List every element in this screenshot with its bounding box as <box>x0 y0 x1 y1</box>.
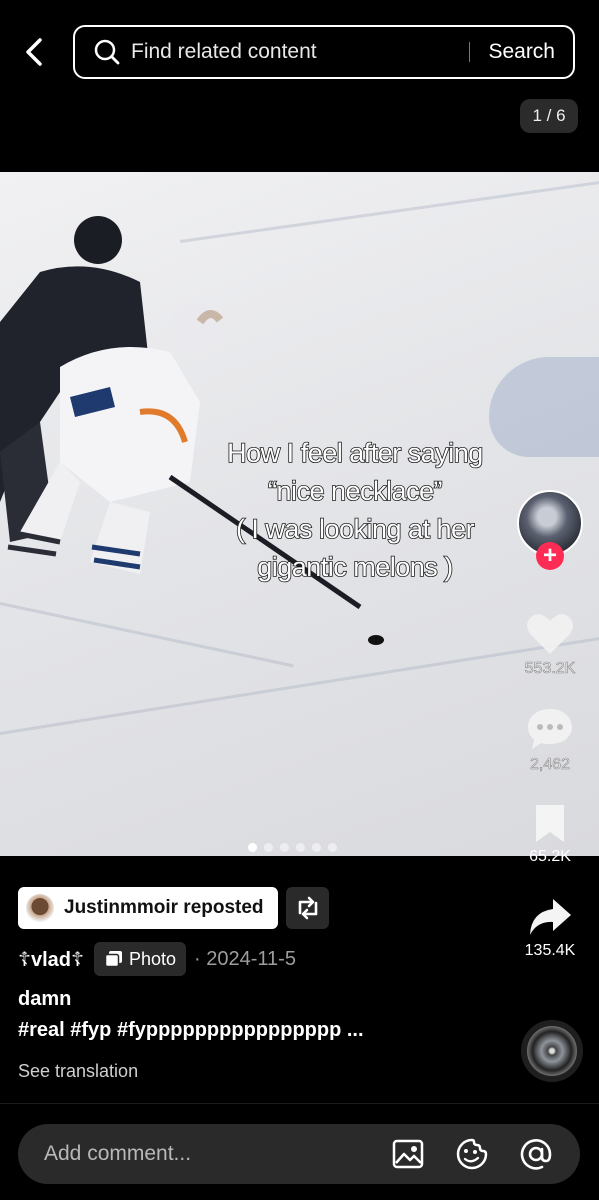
caption-line: gigantic melons ) <box>256 551 454 583</box>
bookmark-icon <box>536 805 564 842</box>
carousel-dot[interactable] <box>312 843 321 852</box>
comment-bar <box>18 1124 580 1184</box>
caption-line: How I feel after saying <box>226 437 484 469</box>
reposter-avatar <box>26 894 54 922</box>
post-date: · 2024-11-5 <box>194 947 296 970</box>
share-count: 135.4K <box>524 942 576 959</box>
post-photo[interactable]: How I feel after saying “nice necklace” … <box>0 172 599 856</box>
repost-button[interactable] <box>286 887 329 929</box>
share-icon <box>530 899 571 935</box>
comment-input[interactable] <box>44 1142 388 1166</box>
carousel-dot[interactable] <box>248 843 257 852</box>
search-divider <box>469 42 471 62</box>
back-button[interactable] <box>18 34 50 70</box>
save-count: 65.2K <box>529 848 571 865</box>
carousel-dot[interactable] <box>328 843 337 852</box>
photo-type-label: Photo <box>129 948 177 969</box>
carousel-dots <box>248 843 337 852</box>
share-button[interactable]: 135.4K <box>524 896 576 960</box>
search-button[interactable]: Search <box>488 40 555 64</box>
search-bar[interactable]: Search <box>73 25 575 79</box>
emoji-icon <box>456 1138 488 1170</box>
heart-icon <box>527 614 573 654</box>
photo-caption: How I feel after saying “nice necklace” … <box>150 434 560 586</box>
caption-line: “nice necklace” <box>267 475 443 507</box>
see-translation-link[interactable]: See translation <box>18 1061 138 1082</box>
post-hashtags[interactable]: #real #fyp #fypppppppppppppppp ... <box>18 1019 364 1042</box>
post-meta: ☦vlad☦ Photo · 2024-11-5 <box>18 941 296 977</box>
action-rail: + 553.2K 2,462 65.2K 135.4K <box>511 490 589 960</box>
author-name[interactable]: ☦vlad☦ <box>18 947 84 972</box>
repost-label: Justinmmoir reposted <box>64 897 264 918</box>
music-disc[interactable] <box>521 1020 583 1082</box>
photo-page-counter: 1 / 6 <box>520 99 578 133</box>
comment-icon <box>528 709 572 749</box>
save-button[interactable]: 65.2K <box>529 802 571 866</box>
carousel-dot[interactable] <box>264 843 273 852</box>
search-input[interactable] <box>131 40 470 64</box>
emoji-picker-button[interactable] <box>452 1134 492 1174</box>
creator-avatar[interactable]: + <box>517 490 583 570</box>
image-picker-button[interactable] <box>388 1134 428 1174</box>
comment-count: 2,462 <box>529 756 571 774</box>
carousel-dot[interactable] <box>280 843 289 852</box>
comment-button[interactable]: 2,462 <box>526 706 574 774</box>
post-title: damn <box>18 988 72 1010</box>
image-icon <box>392 1139 424 1169</box>
mention-button[interactable] <box>516 1134 556 1174</box>
carousel-dot[interactable] <box>296 843 305 852</box>
like-button[interactable]: 553.2K <box>524 612 576 678</box>
caption-line: ( I was looking at her <box>235 513 475 545</box>
repost-icon <box>298 896 317 920</box>
mention-icon <box>520 1139 552 1170</box>
hockey-players-image <box>0 216 384 645</box>
like-count: 553.2K <box>524 660 576 678</box>
divider <box>0 1103 599 1104</box>
repost-banner[interactable]: Justinmmoir reposted <box>18 887 278 929</box>
search-icon <box>93 38 121 66</box>
back-chevron-icon <box>26 38 42 66</box>
photo-icon <box>104 951 122 968</box>
follow-button[interactable]: + <box>536 542 564 570</box>
photo-type-badge: Photo <box>94 942 187 976</box>
